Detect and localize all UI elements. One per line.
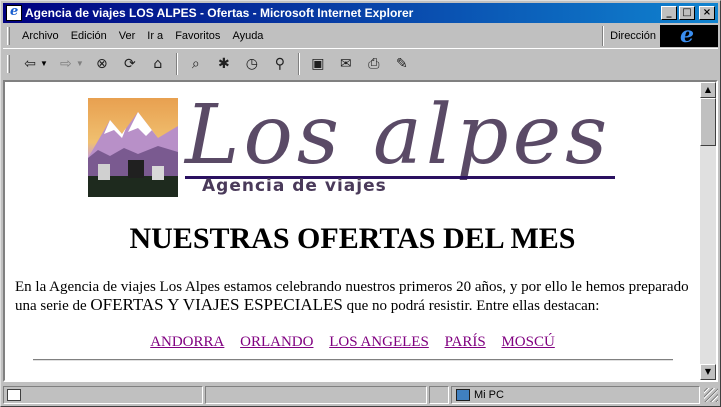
menu-archivo[interactable]: Archivo bbox=[16, 30, 65, 42]
status-panel-progress bbox=[205, 386, 427, 404]
close-button[interactable]: × bbox=[699, 6, 715, 20]
logo-subtitle: Agencia de viajes bbox=[202, 176, 387, 196]
status-bar: Mi PC bbox=[3, 385, 718, 405]
status-panel-lock bbox=[429, 386, 449, 404]
zone-label: Mi PC bbox=[474, 389, 504, 401]
address-area: Dirección e bbox=[602, 22, 718, 48]
logo-title: Los alpes bbox=[185, 88, 612, 183]
web-page: Los alpes Agencia de viajes NUESTRAS OFE… bbox=[5, 82, 700, 380]
mail-icon[interactable]: ✉ bbox=[334, 53, 358, 75]
fullscreen-icon[interactable]: ▣ bbox=[306, 53, 330, 75]
link-paris[interactable]: PARÍS bbox=[445, 334, 486, 350]
toolbar-separator bbox=[297, 52, 300, 75]
menu-edicion[interactable]: Edición bbox=[65, 30, 113, 42]
forward-icon[interactable]: ⇨ bbox=[54, 53, 78, 75]
page-status-icon bbox=[7, 389, 21, 401]
address-label[interactable]: Dirección bbox=[610, 30, 656, 42]
forward-dropdown-icon[interactable]: ▼ bbox=[76, 59, 84, 68]
menu-ver[interactable]: Ver bbox=[113, 30, 142, 42]
menu-favoritos[interactable]: Favoritos bbox=[169, 30, 226, 42]
ie-throbber-icon: e bbox=[660, 22, 718, 48]
intro-text-2: que no podrá resistir. Entre ellas desta… bbox=[342, 298, 600, 314]
vertical-scrollbar[interactable]: ▲ ▼ bbox=[700, 82, 716, 380]
destination-links: ANDORRA ORLANDO LOS ANGELES PARÍS MOSCÚ bbox=[5, 334, 700, 351]
scroll-up-arrow-icon[interactable]: ▲ bbox=[700, 82, 716, 98]
print-icon[interactable]: ⎙ bbox=[362, 53, 386, 75]
home-icon[interactable]: ⌂ bbox=[146, 53, 170, 75]
page-heading: NUESTRAS OFERTAS DEL MES bbox=[129, 222, 576, 255]
scroll-thumb[interactable] bbox=[700, 98, 716, 146]
toolbar-separator bbox=[175, 52, 178, 75]
window-title: Agencia de viajes LOS ALPES - Ofertas - … bbox=[25, 6, 414, 20]
edit-icon[interactable]: ✎ bbox=[390, 53, 414, 75]
channels-icon[interactable]: ⚲ bbox=[268, 53, 292, 75]
horizontal-rule bbox=[33, 359, 673, 361]
title-bar[interactable]: Agencia de viajes LOS ALPES - Ofertas - … bbox=[3, 3, 718, 23]
ie-app-icon[interactable] bbox=[6, 4, 22, 21]
my-computer-icon bbox=[456, 389, 470, 401]
link-orlando[interactable]: ORLANDO bbox=[240, 334, 313, 350]
menu-bar: Archivo Edición Ver Ir a Favoritos Ayuda… bbox=[3, 22, 718, 48]
intro-emphasis: OFERTAS Y VIAJES ESPECIALES bbox=[90, 295, 343, 314]
toolbar-grip[interactable] bbox=[7, 54, 10, 73]
history-icon[interactable]: ◷ bbox=[240, 53, 264, 75]
maximize-button[interactable]: □ bbox=[679, 6, 695, 20]
back-icon[interactable]: ⇦ bbox=[18, 53, 42, 75]
browser-window: Agencia de viajes LOS ALPES - Ofertas - … bbox=[0, 0, 721, 407]
search-icon[interactable]: ⌕ bbox=[184, 53, 208, 75]
refresh-icon[interactable]: ⟳ bbox=[118, 53, 142, 75]
address-separator bbox=[602, 26, 605, 46]
scroll-down-arrow-icon[interactable]: ▼ bbox=[700, 364, 716, 380]
link-los-angeles[interactable]: LOS ANGELES bbox=[329, 334, 429, 350]
link-moscu[interactable]: MOSCÚ bbox=[501, 334, 554, 350]
intro-paragraph: En la Agencia de viajes Los Alpes estamo… bbox=[15, 278, 695, 315]
menu-ayuda[interactable]: Ayuda bbox=[226, 30, 269, 42]
agency-logo: Los alpes Agencia de viajes bbox=[85, 88, 625, 198]
status-panel-main bbox=[3, 386, 203, 404]
menu-ir-a[interactable]: Ir a bbox=[141, 30, 169, 42]
stop-icon[interactable]: ⊗ bbox=[90, 53, 114, 75]
content-frame: Los alpes Agencia de viajes NUESTRAS OFE… bbox=[3, 80, 718, 382]
link-andorra[interactable]: ANDORRA bbox=[150, 334, 224, 350]
menu-grip[interactable] bbox=[7, 27, 10, 45]
resize-grip-icon[interactable] bbox=[704, 388, 718, 402]
back-dropdown-icon[interactable]: ▼ bbox=[40, 59, 48, 68]
favorites-icon[interactable]: ✱ bbox=[212, 53, 236, 75]
standard-toolbar: ⇦ ▼ ⇨ ▼ ⊗ ⟳ ⌂ ⌕ ✱ ◷ ⚲ ▣ ✉ ⎙ ✎ bbox=[3, 48, 718, 78]
minimize-button[interactable]: _ bbox=[661, 6, 677, 20]
status-panel-zone: Mi PC bbox=[451, 386, 700, 404]
mountain-logo-image bbox=[88, 98, 178, 197]
